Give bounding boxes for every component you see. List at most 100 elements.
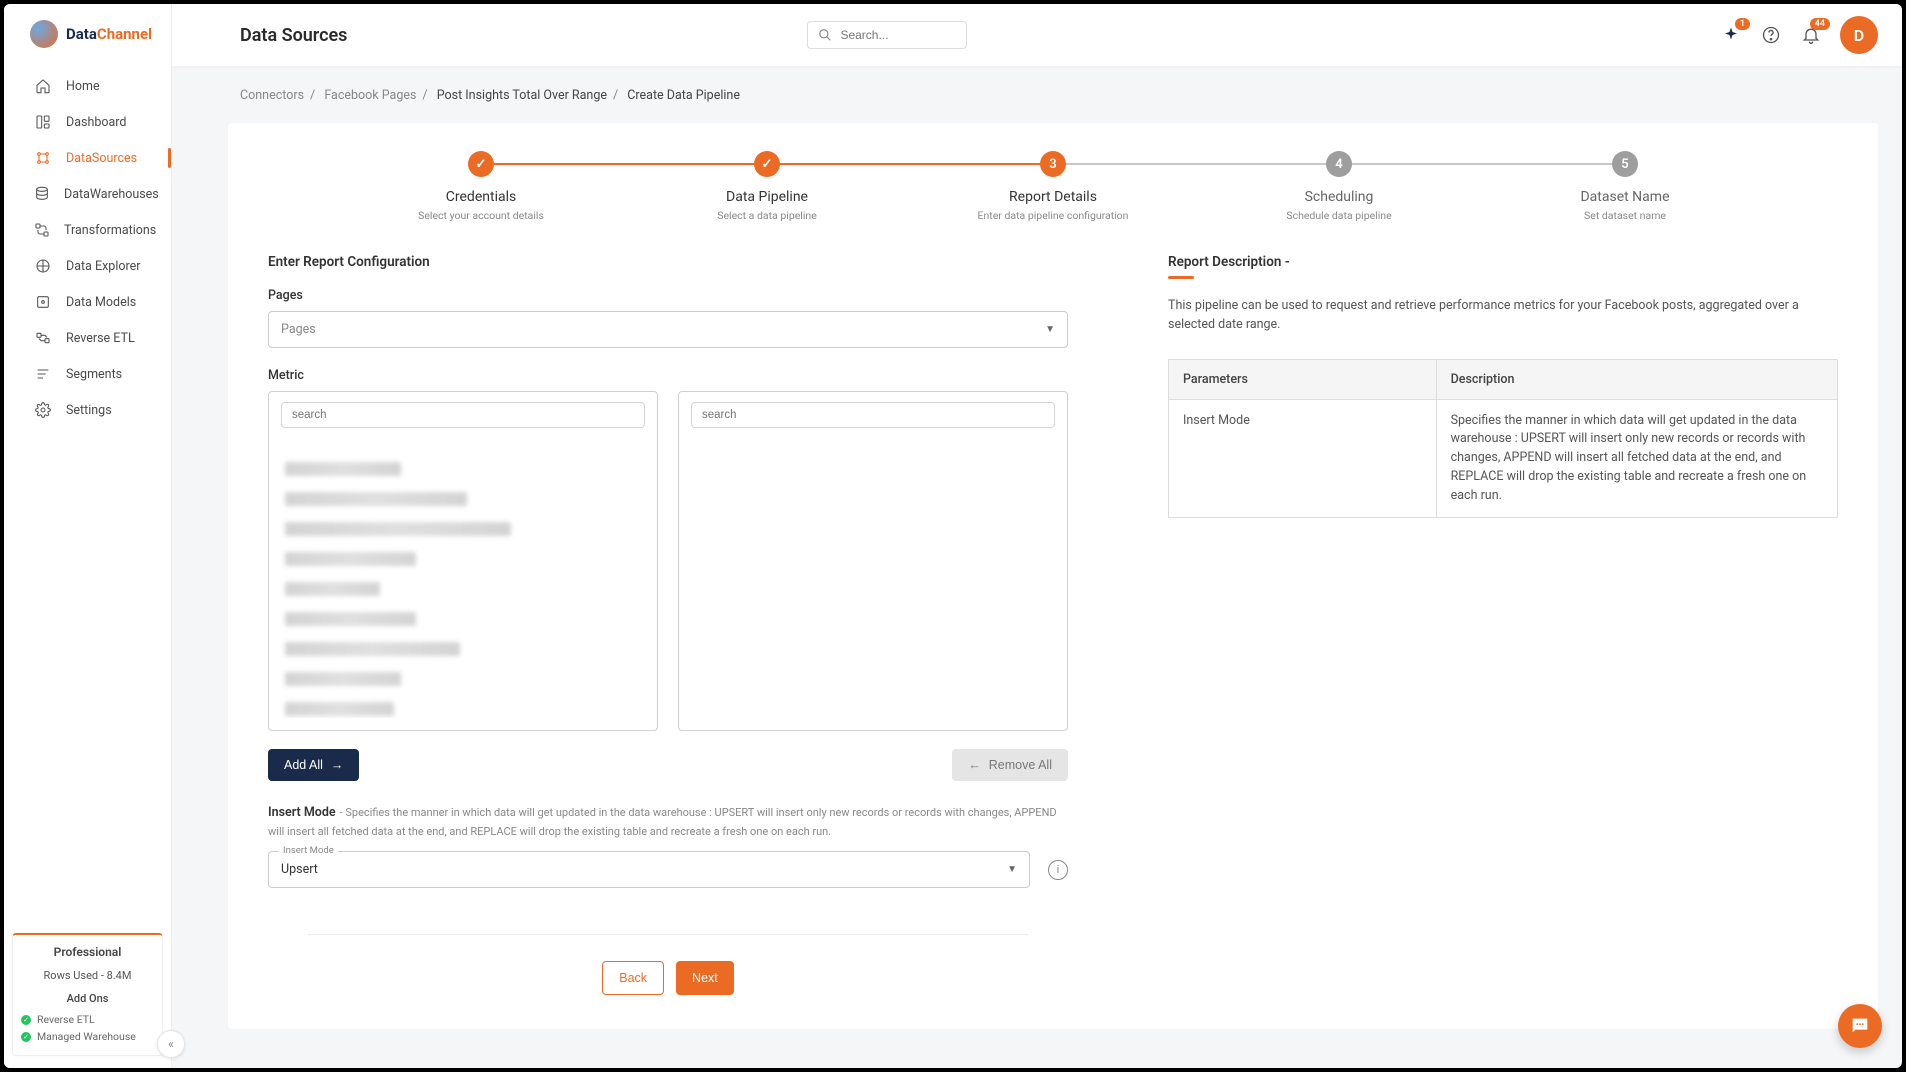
param-desc: Specifies the manner in which data will … <box>1436 399 1837 518</box>
addon-managedwarehouse: ✓Managed Warehouse <box>21 1028 154 1045</box>
list-item[interactable] <box>285 702 394 716</box>
sidebar-collapse-button[interactable]: « <box>157 1030 185 1058</box>
segments-icon <box>34 365 52 383</box>
logo[interactable]: DataChannel <box>4 4 171 68</box>
list-item[interactable] <box>285 642 460 656</box>
nav-segments[interactable]: Segments <box>4 356 171 392</box>
insert-float-label: Insert Mode <box>279 845 338 856</box>
search-box[interactable] <box>807 21 967 49</box>
topbar: Data Sources 1 44 D <box>172 4 1902 66</box>
insert-mode-select[interactable]: Insert Mode Upsert ▼ <box>268 851 1030 888</box>
title-underline <box>1168 276 1194 279</box>
step-reportdetails[interactable]: 3 Report Details Enter data pipeline con… <box>910 151 1196 222</box>
sidebar: DataChannel Home Dashboard DataSources D… <box>4 4 172 1068</box>
metric-dual-list <box>268 391 1068 731</box>
check-icon: ✓ <box>468 151 494 177</box>
next-button[interactable]: Next <box>676 961 734 995</box>
available-search[interactable] <box>281 402 645 428</box>
reverseetl-icon <box>34 329 52 347</box>
plan-name: Professional <box>21 945 154 959</box>
selected-list <box>678 391 1068 731</box>
list-item[interactable] <box>285 672 401 686</box>
remove-all-button[interactable]: ← Remove All <box>952 749 1068 781</box>
nav-dataexplorer[interactable]: Data Explorer <box>4 248 171 284</box>
report-description-text: This pipeline can be used to request and… <box>1168 297 1838 335</box>
breadcrumb-report[interactable]: Post Insights Total Over Range <box>437 88 607 103</box>
transform-icon <box>34 221 50 239</box>
parameters-table: Parameters Description Insert Mode Speci… <box>1168 359 1838 519</box>
list-item[interactable] <box>285 462 401 476</box>
main: Data Sources 1 44 D <box>172 4 1902 1068</box>
pages-select[interactable]: Pages ▼ <box>268 311 1068 348</box>
th-description: Description <box>1436 359 1837 399</box>
breadcrumb-facebook-pages[interactable]: Facebook Pages <box>324 88 416 103</box>
plan-rows: Rows Used - 8.4M <box>21 969 154 982</box>
check-icon: ✓ <box>754 151 780 177</box>
param-name: Insert Mode <box>1169 399 1437 518</box>
back-button[interactable]: Back <box>602 961 664 995</box>
stepper: ✓ Credentials Select your account detail… <box>338 151 1768 222</box>
nav-transformations[interactable]: Transformations <box>4 212 171 248</box>
add-all-button[interactable]: Add All → <box>268 749 359 781</box>
addon-reverseetl: ✓Reverse ETL <box>21 1011 154 1028</box>
warehouse-icon <box>34 185 50 203</box>
bell-badge: 44 <box>1810 18 1830 30</box>
bell-button[interactable]: 44 <box>1800 24 1822 46</box>
list-item[interactable] <box>285 582 380 596</box>
selected-search[interactable] <box>691 402 1055 428</box>
nav-datawarehouses[interactable]: DataWarehouses <box>4 176 171 212</box>
list-item[interactable] <box>285 552 416 566</box>
home-icon <box>34 77 52 95</box>
arrow-left-icon: ← <box>968 758 981 772</box>
gear-icon <box>34 401 52 419</box>
pages-label: Pages <box>268 288 1068 303</box>
step-datasetname[interactable]: 5 Dataset Name Set dataset name <box>1482 151 1768 222</box>
dashboard-icon <box>34 113 52 131</box>
breadcrumb-connectors[interactable]: Connectors <box>240 88 304 103</box>
info-icon[interactable]: i <box>1048 860 1068 880</box>
metric-label: Metric <box>268 368 1068 383</box>
chevron-down-icon: ▼ <box>1007 864 1017 875</box>
insert-mode-help: - Specifies the manner in which data wil… <box>268 806 1057 838</box>
addons-title: Add Ons <box>21 992 154 1005</box>
table-row: Insert Mode Specifies the manner in whic… <box>1169 399 1838 518</box>
chat-fab[interactable] <box>1838 1004 1882 1048</box>
nav-reverseetl[interactable]: Reverse ETL <box>4 320 171 356</box>
th-parameters: Parameters <box>1169 359 1437 399</box>
page-title: Data Sources <box>240 25 347 46</box>
datasources-icon <box>34 149 52 167</box>
search-icon <box>818 28 832 42</box>
list-item[interactable] <box>285 492 467 506</box>
available-list <box>268 391 658 731</box>
step-datapipeline[interactable]: ✓ Data Pipeline Select a data pipeline <box>624 151 910 222</box>
insert-mode-label: Insert Mode <box>268 805 336 820</box>
available-items[interactable] <box>269 438 657 718</box>
breadcrumb-create[interactable]: Create Data Pipeline <box>627 88 740 103</box>
models-icon <box>34 293 52 311</box>
plan-card: Professional Rows Used - 8.4M Add Ons ✓R… <box>12 933 163 1056</box>
selected-items[interactable] <box>679 438 1067 458</box>
arrow-right-icon: → <box>331 758 344 772</box>
nav-home[interactable]: Home <box>4 68 171 104</box>
nav: Home Dashboard DataSources DataWarehouse… <box>4 68 171 925</box>
check-icon: ✓ <box>21 1032 31 1042</box>
list-item[interactable] <box>285 612 416 626</box>
avatar[interactable]: D <box>1840 16 1878 54</box>
nav-datasources[interactable]: DataSources <box>4 140 171 176</box>
sparkle-button[interactable]: 1 <box>1720 24 1742 46</box>
nav-settings[interactable]: Settings <box>4 392 171 428</box>
step-scheduling[interactable]: 4 Scheduling Schedule data pipeline <box>1196 151 1482 222</box>
step-credentials[interactable]: ✓ Credentials Select your account detail… <box>338 151 624 222</box>
sparkle-badge: 1 <box>1735 18 1750 30</box>
check-icon: ✓ <box>21 1015 31 1025</box>
report-description-title: Report Description - <box>1168 254 1838 270</box>
search-input[interactable] <box>840 28 956 42</box>
help-button[interactable] <box>1760 24 1782 46</box>
section-title: Enter Report Configuration <box>268 254 1068 270</box>
nav-dashboard[interactable]: Dashboard <box>4 104 171 140</box>
pipeline-card: ✓ Credentials Select your account detail… <box>228 123 1878 1029</box>
list-item[interactable] <box>285 522 511 536</box>
nav-datamodels[interactable]: Data Models <box>4 284 171 320</box>
breadcrumb: Connectors/ Facebook Pages/ Post Insight… <box>228 66 1878 123</box>
chat-icon <box>1849 1015 1871 1037</box>
